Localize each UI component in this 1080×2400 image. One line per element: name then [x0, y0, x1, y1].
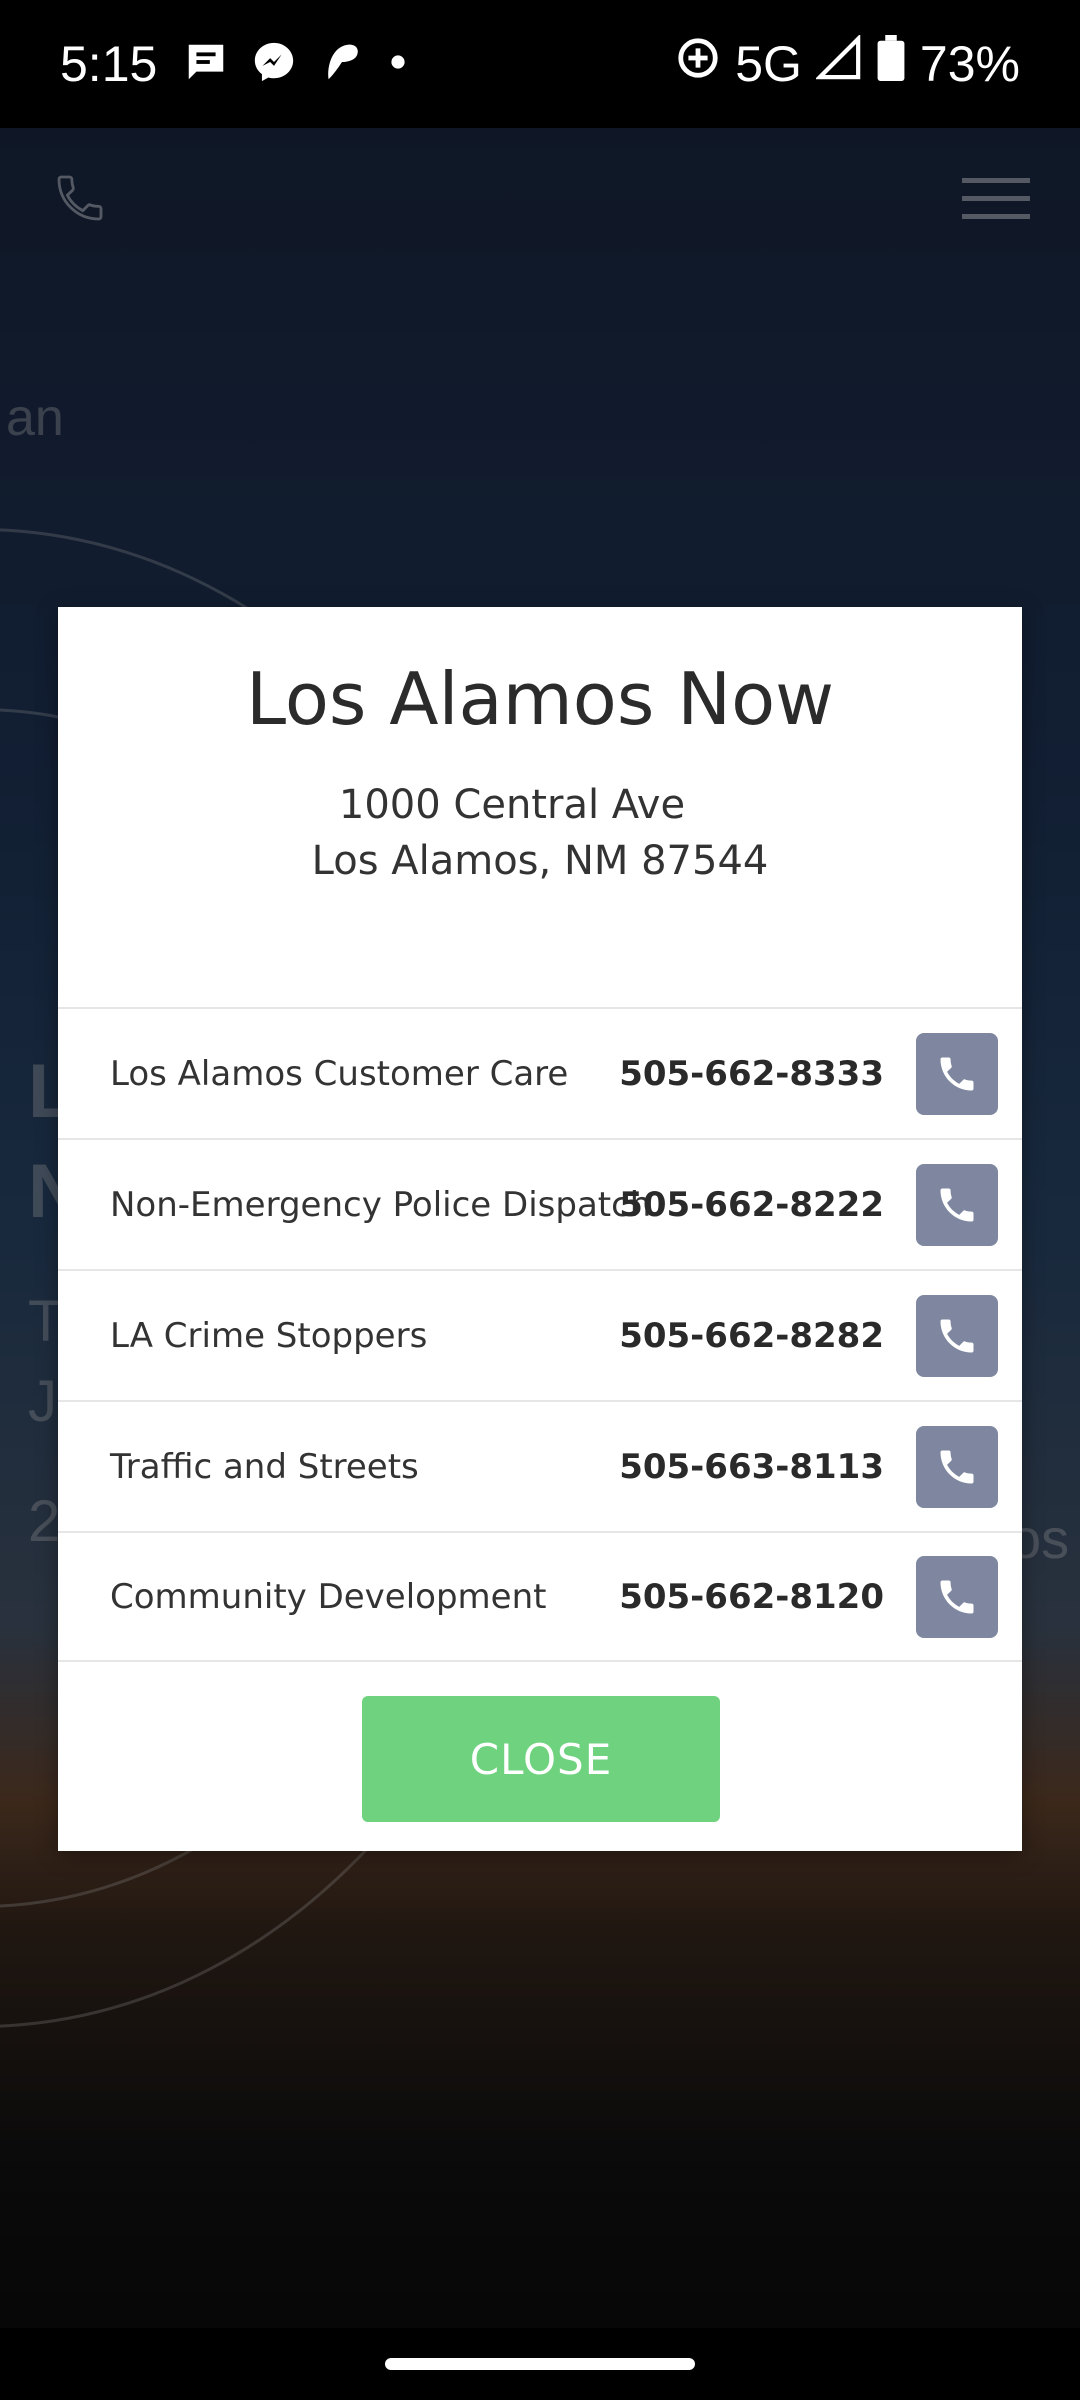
call-button[interactable] [916, 1555, 998, 1638]
contact-name: Non-Emergency Police Dispatch [110, 1184, 652, 1225]
address-line-2: Los Alamos, NM 87544 [311, 838, 769, 884]
messages-icon [183, 39, 229, 90]
phone-icon [940, 1450, 974, 1483]
signal-icon [814, 33, 862, 93]
modal-address: 1000 Central Ave Los Alamos, NM 87544 [58, 777, 1022, 889]
contact-name: LA Crime Stoppers [110, 1315, 428, 1356]
call-button[interactable] [916, 1425, 998, 1508]
call-button[interactable] [916, 1032, 998, 1115]
contact-phone[interactable]: 505-662-8120 [619, 1577, 884, 1617]
status-right: 5G 73% [675, 33, 1020, 93]
dot-icon [387, 51, 409, 78]
contact-row: Traffic and Streets 505-663-8113 [58, 1400, 1022, 1531]
modal-title: Los Alamos Now [245, 657, 835, 741]
contact-row: Non-Emergency Police Dispatch 505-662-82… [58, 1138, 1022, 1269]
network-type: 5G [735, 36, 802, 92]
app-icon [319, 39, 365, 90]
contact-row: Los Alamos Customer Care 505-662-8333 [58, 1007, 1022, 1138]
messenger-icon [251, 39, 297, 90]
battery-icon [876, 35, 906, 93]
status-time: 5:15 [60, 36, 158, 92]
phone-icon [940, 1319, 974, 1352]
notification-icons [183, 39, 409, 90]
call-button[interactable] [916, 1163, 998, 1246]
phone-icon [940, 1580, 974, 1613]
contact-phone[interactable]: 505-663-8113 [619, 1447, 884, 1487]
contact-row: LA Crime Stoppers 505-662-8282 [58, 1269, 1022, 1400]
contact-modal: Los Alamos Now 1000 Central Ave Los Alam… [58, 607, 1022, 1851]
contact-name: Community Development [110, 1576, 547, 1617]
battery-percent: 73% [919, 36, 1020, 92]
contact-phone[interactable]: 505-662-8222 [619, 1185, 884, 1225]
address-line-1: 1000 Central Ave [338, 782, 686, 828]
close-button[interactable]: CLOSE [362, 1696, 720, 1822]
contact-list: Los Alamos Customer Care 505-662-8333 No… [58, 1007, 1022, 1662]
phone-icon [940, 1188, 974, 1221]
contact-phone[interactable]: 505-662-8333 [619, 1054, 884, 1094]
status-bar: 5:15 5G 73% [0, 0, 1080, 128]
call-button[interactable] [916, 1294, 998, 1377]
navigation-bar [0, 2328, 1080, 2400]
sync-icon [675, 35, 721, 93]
home-handle[interactable] [385, 2358, 695, 2370]
phone-icon [940, 1057, 974, 1090]
contact-name: Traffic and Streets [110, 1446, 419, 1487]
contact-row: Community Development 505-662-8120 [58, 1531, 1022, 1662]
contact-name: Los Alamos Customer Care [110, 1053, 569, 1094]
contact-phone[interactable]: 505-662-8282 [619, 1316, 884, 1356]
